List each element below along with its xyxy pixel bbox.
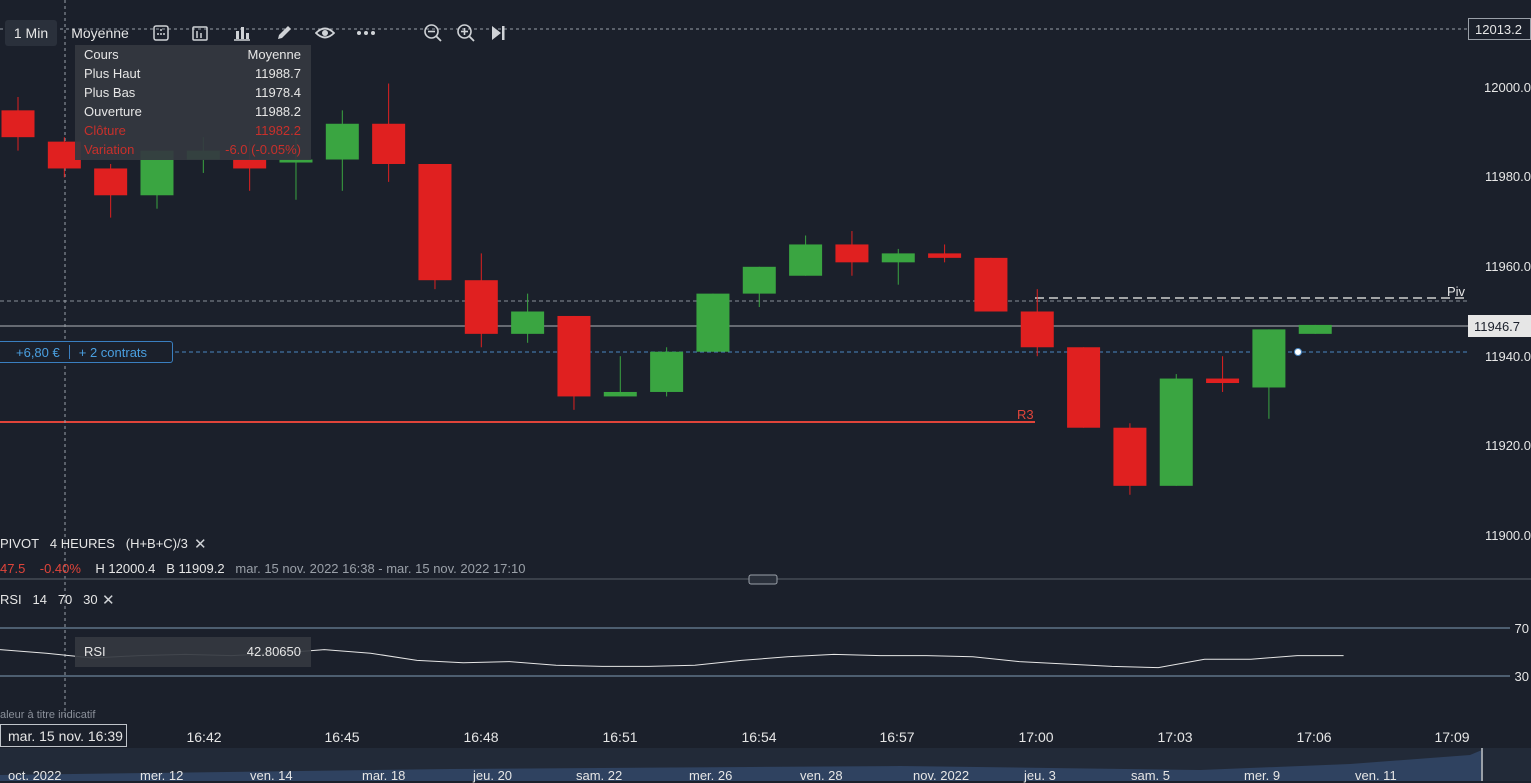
candle-up <box>696 293 730 352</box>
time-tick: 17:06 <box>1296 729 1332 745</box>
more-icon[interactable] <box>353 20 379 46</box>
time-tick: 16:48 <box>463 729 499 745</box>
stats-change: -0.40% <box>39 561 81 576</box>
rsi-box-label: RSI <box>84 644 106 659</box>
candle-down <box>835 244 869 263</box>
interval-button[interactable]: 1 Min <box>5 20 57 46</box>
rsi-indicator-legend[interactable]: RSI 14 70 30 <box>0 592 98 607</box>
position-label[interactable]: +6,80 € + 2 contrats <box>0 341 173 363</box>
eye-icon[interactable] <box>312 20 338 46</box>
price-tick: 11960.0 <box>1484 259 1531 274</box>
position-pnl: +6,80 € <box>16 344 60 360</box>
rsi-param-upper: 70 <box>57 592 73 607</box>
candle-up <box>603 391 637 397</box>
price-tick: 11980.0 <box>1484 169 1531 184</box>
disclaimer-text: aleur à titre indicatif <box>0 709 96 721</box>
top-price-label: 12013.2 <box>1468 18 1531 40</box>
time-tick: 16:57 <box>879 729 915 745</box>
candle-down <box>1067 347 1101 428</box>
time-tick: 17:03 <box>1157 729 1193 745</box>
price-tick: 11900.0 <box>1484 528 1531 543</box>
pane-divider-handle[interactable] <box>748 574 778 585</box>
info-label-high: Plus Haut <box>84 66 141 81</box>
rsi-upper-label: 70 <box>1514 621 1529 636</box>
info-header-value: Moyenne <box>247 47 301 62</box>
info-value-variation: -6.0 (-0.05%) <box>225 142 301 157</box>
r3-level-label: R3 <box>1017 407 1034 422</box>
price-tick: 11940.0 <box>1484 349 1531 364</box>
rsi-close-icon[interactable]: ✕ <box>102 591 115 609</box>
info-value-low: 11978.4 <box>254 85 301 100</box>
candle-up <box>511 311 545 334</box>
pivot-indicator-period: 4 HEURES <box>49 536 115 551</box>
info-label-low: Plus Bas <box>84 85 136 100</box>
candle-up <box>650 351 684 392</box>
stats-low: B 11909.2 <box>166 561 225 576</box>
draw-icon[interactable] <box>271 20 297 46</box>
rsi-param-lower: 30 <box>83 592 98 607</box>
position-contracts: + 2 contrats <box>78 344 148 360</box>
candle-down <box>1206 378 1240 384</box>
cursor-time-label: mar. 15 nov. 16:39 <box>0 724 127 747</box>
rsi-indicator-name: RSI <box>0 592 22 607</box>
zoom-in-icon[interactable] <box>453 20 479 46</box>
rsi-box-value: 42.80650 <box>246 644 301 659</box>
info-header-label: Cours <box>84 47 119 62</box>
stats-range: mar. 15 nov. 2022 16:38 - mar. 15 nov. 2… <box>235 561 526 576</box>
info-value-high: 11988.7 <box>254 66 301 81</box>
candle-up <box>881 253 915 263</box>
info-label-variation: Variation <box>84 142 135 157</box>
time-tick: 16:42 <box>186 729 222 745</box>
time-tick: 16:54 <box>741 729 777 745</box>
stats-high: H 12000.4 <box>95 561 156 576</box>
rsi-param-period: 14 <box>32 592 47 607</box>
candle-down <box>233 159 267 169</box>
candle-up <box>789 244 823 276</box>
candle-up <box>1298 324 1332 334</box>
candle-up <box>1159 378 1193 486</box>
rsi-lower-label: 30 <box>1514 669 1529 684</box>
price-tick: 12000.0 <box>1484 80 1531 95</box>
candle-down <box>372 123 406 164</box>
candle-down <box>974 257 1008 312</box>
pivot-indicator-legend[interactable]: PIVOT 4 HEURES (H+B+C)/3 <box>0 536 188 551</box>
rsi-info-box: RSI 42.80650 <box>75 637 311 667</box>
time-tick: 17:09 <box>1434 729 1470 745</box>
candle-up <box>742 266 776 294</box>
pivot-indicator-formula: (H+B+C)/3 <box>125 536 188 551</box>
time-tick: 16:51 <box>602 729 638 745</box>
candle-down <box>1 110 35 138</box>
price-type-button[interactable]: Moyenne <box>64 20 136 46</box>
pivot-level-label: Piv <box>1447 284 1466 299</box>
candle-down <box>928 253 962 258</box>
candle-up <box>325 123 359 160</box>
ohlc-info-box: Cours Moyenne Plus Haut 11988.7 Plus Bas 11… <box>75 45 311 160</box>
layout-icon[interactable] <box>187 20 213 46</box>
chart-type-icon[interactable] <box>229 20 255 46</box>
candle-down <box>1113 427 1147 486</box>
candle-down <box>1020 311 1054 348</box>
candle-down <box>557 315 591 397</box>
info-value-open: 11988.2 <box>254 104 301 119</box>
pivot-close-icon[interactable]: ✕ <box>194 535 207 553</box>
current-price-label: 11946.7 <box>1468 315 1531 337</box>
skip-to-end-icon[interactable] <box>485 20 511 46</box>
info-value-close: 11982.2 <box>254 123 301 138</box>
time-tick: 17:00 <box>1018 729 1054 745</box>
stats-line: 47.5 -0.40% H 12000.4 B 11909.2 mar. 15 … <box>0 561 525 576</box>
candle-down <box>464 280 498 334</box>
price-tick: 11920.0 <box>1484 438 1531 453</box>
time-tick: 16:45 <box>324 729 360 745</box>
stats-value: 47.5 <box>0 561 26 576</box>
candle-down <box>418 163 452 281</box>
info-label-close: Clôture <box>84 123 126 138</box>
indicators-icon[interactable] <box>148 20 174 46</box>
info-label-open: Ouverture <box>84 104 142 119</box>
zoom-out-icon[interactable] <box>420 20 446 46</box>
candle-down <box>94 168 128 196</box>
candle-up <box>1252 329 1286 388</box>
position-marker[interactable] <box>1294 348 1302 356</box>
pivot-indicator-name: PIVOT <box>0 536 40 551</box>
